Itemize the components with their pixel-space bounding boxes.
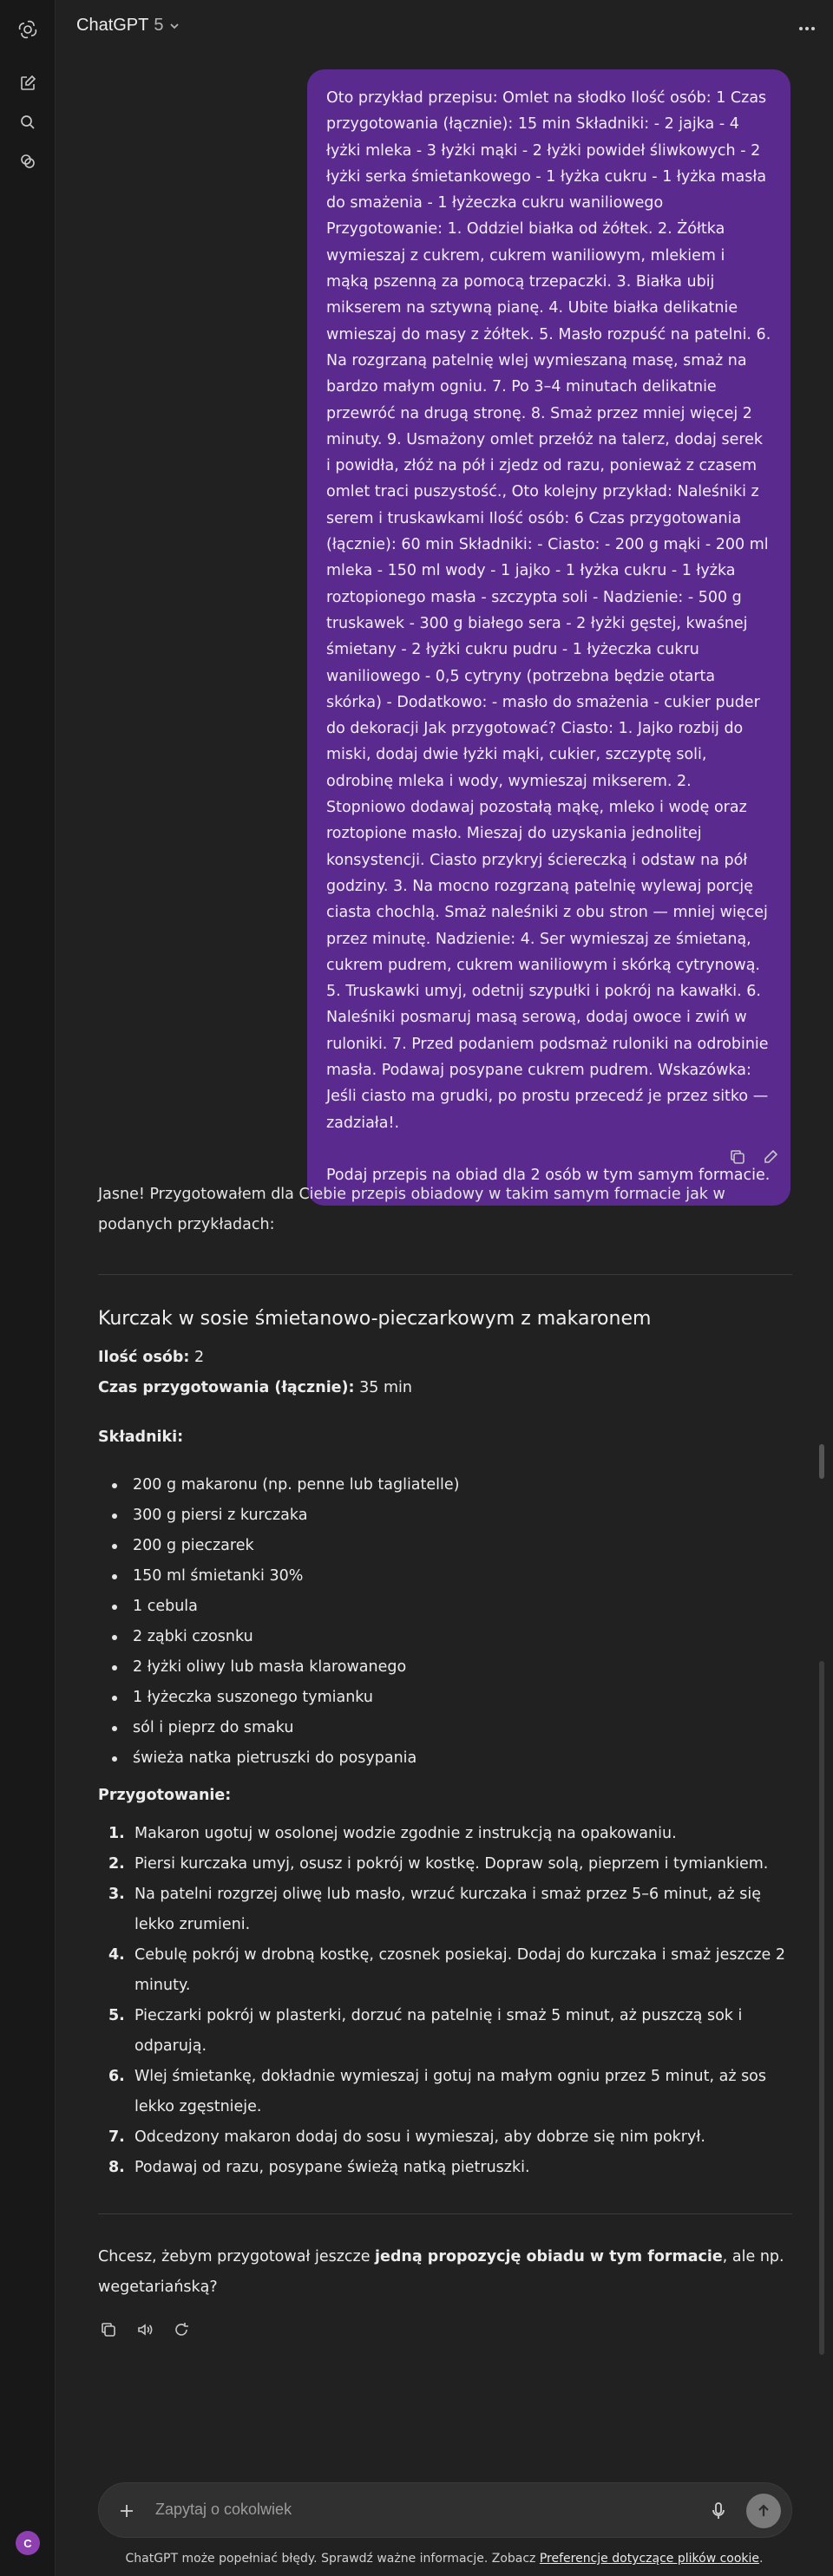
step-text: Wlej śmietankę, dokładnie wymieszaj i go…	[134, 2068, 767, 2115]
step-item: 3. Na patelni rozgrzej oliwę lub masło, w…	[98, 1880, 792, 1940]
step-text: Cebulę pokrój w drobną kostkę, czosnek p…	[134, 1946, 785, 1994]
ingredients-list: 200 g makaronu (np. penne lub tagliatell…	[98, 1470, 459, 1774]
copy-icon[interactable]	[727, 1147, 748, 1167]
followup-question: Chcesz, żebym przygotował jeszcze jedną …	[98, 2242, 792, 2303]
scrollbar-track[interactable]	[819, 1661, 824, 2355]
library-icon[interactable]	[14, 147, 42, 175]
user-message-text: Oto przykład przepisu: Omlet na słodko I…	[326, 89, 771, 1132]
copy-icon[interactable]	[98, 2319, 119, 2340]
followup-text: Chcesz, żebym przygotował jeszcze	[98, 2248, 376, 2265]
steps-heading: Przygotowanie:	[98, 1787, 232, 1804]
servings: Ilość osób: 2	[98, 1349, 204, 1366]
followup-bold: jedną propozycję obiadu w tym formacie	[375, 2248, 723, 2265]
search-icon[interactable]	[14, 108, 42, 136]
step-text: Piersi kurczaka umyj, osusz i pokrój w k…	[134, 1855, 769, 1873]
step-number: 1.	[108, 1825, 125, 1842]
list-item: 200 g pieczarek	[98, 1531, 459, 1561]
step-number: 4.	[108, 1946, 125, 1964]
recipe-title: Kurczak w sosie śmietanowo-pieczarkowym …	[98, 1308, 652, 1330]
list-item: 2 ząbki czosnku	[98, 1622, 459, 1652]
step-number: 7.	[108, 2128, 125, 2146]
send-button[interactable]	[746, 2494, 781, 2528]
step-text: Odcedzony makaron dodaj do sosu i wymies…	[134, 2128, 705, 2146]
prep-time-value: 35 min	[359, 1379, 412, 1396]
model-version: 5	[154, 16, 164, 35]
read-aloud-icon[interactable]	[134, 2319, 155, 2340]
openai-logo-icon[interactable]	[14, 16, 42, 43]
list-item: 1 cebula	[98, 1592, 459, 1622]
step-item: 7. Odcedzony makaron dodaj do sosu i wymi…	[98, 2122, 792, 2153]
disclaimer-text: ChatGPT może popełniać błędy. Sprawdź wa…	[125, 2552, 540, 2566]
sidebar: C	[0, 0, 56, 2576]
assistant-actions	[98, 2319, 192, 2340]
list-item: 1 łyżeczka suszonego tymianku	[98, 1683, 459, 1713]
step-text: Makaron ugotuj w osolonej wodzie zgodnie…	[134, 1825, 677, 1842]
step-item: 4. Cebulę pokrój w drobną kostkę, czosnek…	[98, 1940, 792, 2001]
step-item: 1. Makaron ugotuj w osolonej wodzie zgodn…	[98, 1819, 792, 1849]
steps-list: 1. Makaron ugotuj w osolonej wodzie zgodn…	[98, 1819, 792, 2183]
step-item: 5. Pieczarki pokrój w plasterki, dorzuć n…	[98, 2001, 792, 2062]
prep-time: Czas przygotowania (łącznie): 35 min	[98, 1379, 412, 1396]
servings-value: 2	[193, 1349, 205, 1366]
step-item: 8. Podawaj od razu, posypane świeżą natką…	[98, 2153, 792, 2183]
list-item: świeża natka pietruszki do posypania	[98, 1743, 459, 1774]
composer-placeholder[interactable]: Zapytaj o cokolwiek	[155, 2501, 292, 2519]
disclaimer-footer: ChatGPT może popełniać błędy. Sprawdź wa…	[56, 2552, 833, 2566]
divider	[98, 1274, 792, 1275]
prep-time-label: Czas przygotowania (łącznie):	[98, 1379, 355, 1396]
message-composer[interactable]: Zapytaj o cokolwiek	[98, 2482, 792, 2538]
step-number: 8.	[108, 2159, 125, 2176]
app-name: ChatGPT	[76, 16, 149, 35]
plus-icon[interactable]	[115, 2499, 139, 2523]
step-number: 6.	[108, 2068, 125, 2085]
ingredients-heading: Składniki:	[98, 1429, 184, 1446]
user-avatar[interactable]: C	[16, 2531, 40, 2555]
scrollbar-thumb[interactable]	[819, 1444, 824, 1479]
step-item: 6. Wlej śmietankę, dokładnie wymieszaj i …	[98, 2062, 792, 2122]
list-item: 200 g makaronu (np. penne lub tagliatell…	[98, 1470, 459, 1500]
user-message-actions	[727, 1147, 781, 1167]
cookie-preferences-link[interactable]: Preferencje dotyczące plików cookie	[540, 2552, 759, 2566]
step-number: 3.	[108, 1886, 125, 1903]
disclaimer-end: .	[759, 2552, 764, 2566]
top-bar: ChatGPT 5	[56, 0, 833, 57]
list-item: sól i pieprz do smaku	[98, 1713, 459, 1743]
regenerate-icon[interactable]	[171, 2319, 192, 2340]
step-item: 2. Piersi kurczaka umyj, osusz i pokrój w…	[98, 1849, 792, 1880]
list-item: 2 łyżki oliwy lub masła klarowanego	[98, 1652, 459, 1683]
new-chat-icon[interactable]	[14, 69, 42, 97]
assistant-intro: Jasne! Przygotowałem dla Ciebie przepis …	[98, 1186, 725, 1233]
servings-label: Ilość osób:	[98, 1349, 190, 1366]
step-number: 5.	[108, 2007, 125, 2024]
microphone-icon[interactable]	[706, 2499, 731, 2523]
list-item: 300 g piersi z kurczaka	[98, 1500, 459, 1531]
step-text: Na patelni rozgrzej oliwę lub masło, wrz…	[134, 1886, 762, 1933]
user-message-bubble: Oto przykład przepisu: Omlet na słodko I…	[307, 69, 790, 1206]
list-item: 150 ml śmietanki 30%	[98, 1561, 459, 1592]
step-text: Podawaj od razu, posypane świeżą natką p…	[134, 2159, 530, 2176]
more-options-icon[interactable]	[793, 15, 821, 42]
edit-icon[interactable]	[760, 1147, 781, 1167]
model-switcher[interactable]: ChatGPT 5	[76, 16, 180, 36]
step-number: 2.	[108, 1855, 125, 1873]
step-text: Pieczarki pokrój w plasterki, dorzuć na …	[134, 2007, 743, 2055]
arrow-up-icon	[758, 2504, 769, 2516]
chevron-down-icon	[170, 23, 180, 29]
divider	[98, 2213, 792, 2214]
